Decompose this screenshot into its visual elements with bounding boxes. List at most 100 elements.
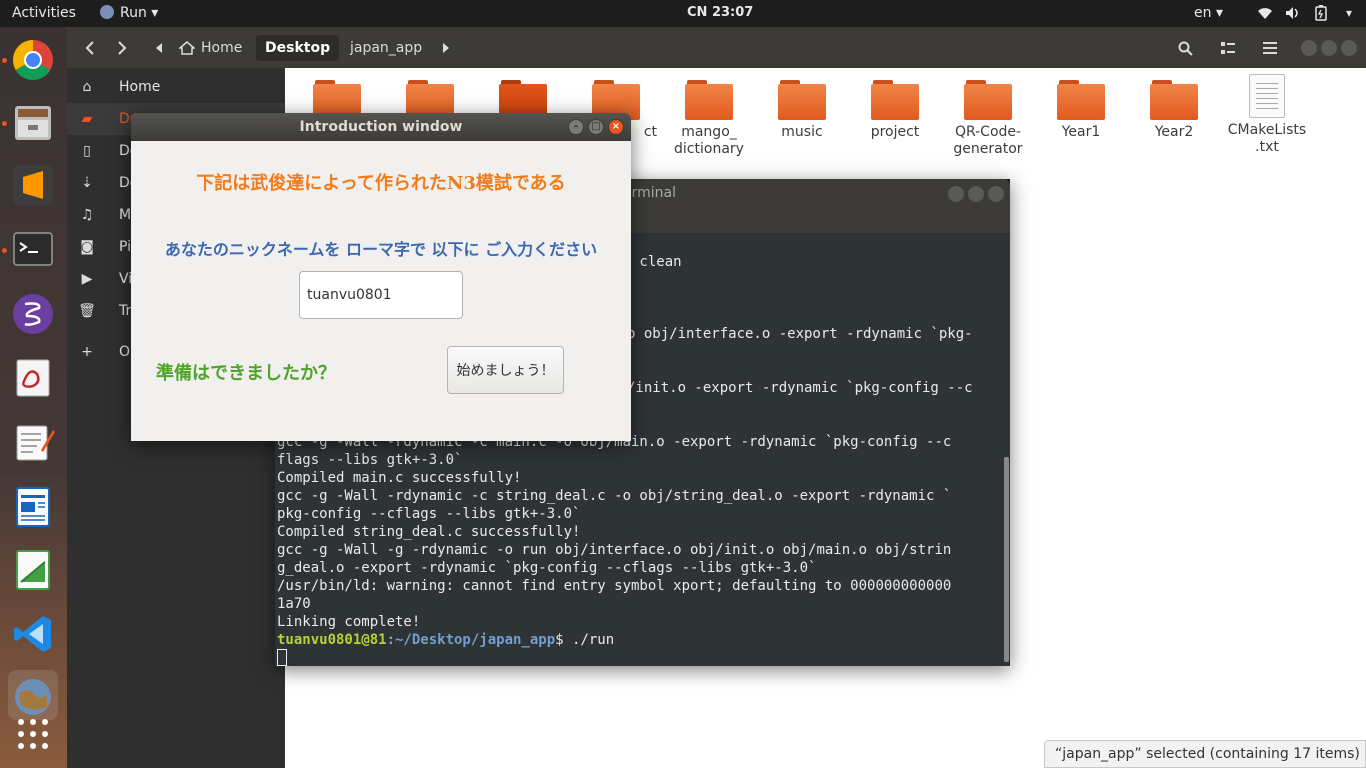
file-item-label: CMakeLists .txt [1227,122,1307,155]
terminal-line: pkg-config --cflags --libs gtk+-3.0` [277,506,581,522]
start-button[interactable]: 始めましょう！ [447,346,564,394]
folder-item[interactable]: music [757,80,847,141]
minimize-button[interactable] [1301,40,1317,56]
maximize-button[interactable] [1321,40,1337,56]
folder-item[interactable]: Year2 [1129,80,1219,141]
folder-item[interactable]: project [850,80,940,141]
libreoffice-writer-icon[interactable] [8,482,58,532]
sidebar-item-label: Home [119,79,161,95]
list-view-icon [1221,42,1235,54]
app-menu[interactable]: Run ▾ [100,5,158,21]
clock[interactable]: CN 23:07 [687,5,753,20]
chrome-icon[interactable] [8,35,58,85]
emacs-icon[interactable] [8,289,58,339]
terminal-line: o obj/interface.o -export -rdynamic `pkg… [627,326,973,342]
folder-item-label: Year1 [1061,124,1101,140]
home-icon [179,41,195,55]
file-item[interactable]: CMakeLists .txt [1222,74,1312,156]
text-editor-icon[interactable] [8,417,58,467]
breadcrumb-japan-app[interactable]: japan_app [341,35,431,61]
breadcrumb-desktop[interactable]: Desktop [256,35,340,61]
search-icon [1178,41,1193,56]
dialog-maximize-button[interactable]: □ [588,119,604,135]
sublime-text-icon[interactable] [8,160,58,210]
activities-button[interactable]: Activities [12,5,76,21]
sidebar-item-label: M [119,207,132,223]
sidebar-item-label: Pi [119,239,132,255]
dialog-close-button[interactable]: × [608,119,624,135]
home-icon: ⌂ [82,79,92,95]
volume-icon[interactable] [1284,4,1302,22]
breadcrumb-home[interactable]: Home [170,35,251,61]
language-label: en [1194,5,1212,21]
terminal-line: flags --libs gtk+-3.0` [277,452,463,468]
folder-item[interactable]: Year1 [1036,80,1126,141]
sidebar-item-label: O [119,344,131,360]
terminal-scrollbar[interactable] [1004,457,1009,662]
nickname-input[interactable] [299,271,463,319]
sidebar-item-label: Tr [119,303,132,319]
folder-item-label: music [781,124,823,140]
terminal-line: clean [631,254,682,270]
running-indicator [2,121,7,126]
sidebar-item-home[interactable]: ⌂ Home [67,71,285,103]
menu-button[interactable] [1259,35,1281,61]
terminal-line: Compiled main.c successfully! [277,470,522,486]
running-indicator [2,248,7,253]
files-icon[interactable] [8,97,58,147]
app-gear-icon [100,5,114,19]
prompt-command: $ ./run [555,632,615,648]
battery-icon[interactable] [1312,4,1330,22]
dock [0,27,67,768]
wifi-icon[interactable] [1256,4,1274,22]
folder-icon [1150,80,1198,120]
terminal-cursor-line [277,649,287,668]
close-button[interactable] [1341,40,1357,56]
terminal-line: Compiled string_deal.c successfully! [277,524,581,540]
hamburger-icon [1263,42,1277,54]
dialog-titlebar: Introduction window – □ × [131,113,631,141]
view-options-button[interactable] [1217,35,1239,61]
folder-icon [778,80,826,120]
folder-icon [964,80,1012,120]
folder-item[interactable]: mango_ dictionary [664,80,754,158]
breadcrumb-scroll-right-icon[interactable] [440,35,452,61]
vscode-icon[interactable] [8,609,58,659]
plus-icon: + [81,344,93,360]
document-viewer-icon[interactable] [8,353,58,403]
system-tray[interactable]: ▾ [1256,4,1358,22]
dialog-title: Introduction window [299,119,463,135]
terminal-cursor [277,649,287,666]
back-button[interactable] [79,35,101,61]
forward-button[interactable] [111,35,133,61]
camera-icon: ◙ [80,239,94,255]
document-icon: ▯ [83,143,91,159]
libreoffice-calc-icon[interactable] [8,545,58,595]
system-menu-icon[interactable]: ▾ [1340,4,1358,22]
terminal-close-button[interactable] [988,186,1004,202]
terminal-icon[interactable] [8,224,58,274]
files-headerbar: Home Desktop japan_app [67,27,1366,68]
terminal-minimize-button[interactable] [948,186,964,202]
folder-item-label: QR-Code- generator [953,124,1023,157]
breadcrumb-scroll-left-icon[interactable] [153,35,165,61]
download-icon: ⇣ [81,175,93,191]
folder-item[interactable]: QR-Code- generator [943,80,1033,158]
terminal-line: /init.o -export -rdynamic `pkg-config --… [627,380,973,396]
running-indicator [2,58,7,63]
terminal-line: /usr/bin/ld: warning: cannot find entry … [277,578,952,594]
folder-icon [871,80,919,120]
dialog-minimize-button[interactable]: – [568,119,584,135]
terminal-line: Linking complete! [277,614,421,630]
show-apps-icon[interactable] [8,709,58,759]
dialog-heading: 下記は武俊達によって作られたN3模試である [196,173,566,194]
breadcrumb-home-label: Home [201,40,243,56]
selection-status: “japan_app” selected (containing 17 item… [1044,740,1366,768]
top-bar: Activities Run ▾ CN 23:07 en ▾ ▾ [0,0,1366,27]
language-indicator[interactable]: en ▾ [1194,5,1223,21]
terminal-maximize-button[interactable] [968,186,984,202]
folder-item-label: mango_ dictionary [674,124,744,157]
search-button[interactable] [1174,35,1196,61]
folder-item-label: project [870,124,920,140]
prompt-path: :~/Desktop/japan_app [386,632,556,648]
